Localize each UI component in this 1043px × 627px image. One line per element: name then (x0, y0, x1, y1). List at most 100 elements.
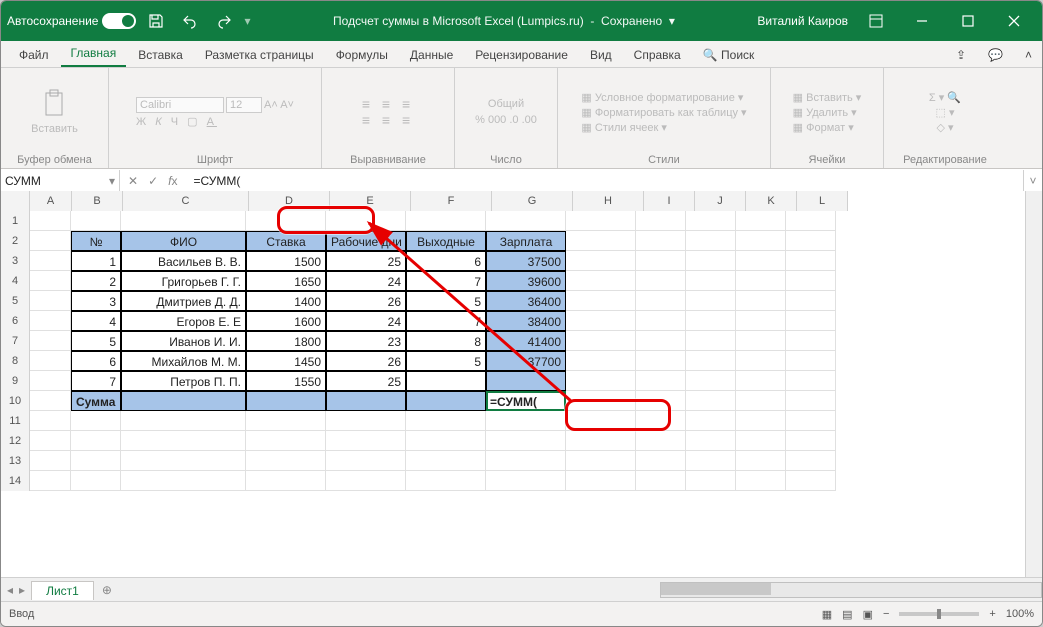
cell[interactable] (326, 211, 406, 231)
cell[interactable]: Выходные (406, 231, 486, 251)
cell[interactable] (786, 391, 836, 411)
cell[interactable] (121, 471, 246, 491)
row-header[interactable]: 11 (1, 411, 30, 431)
cell[interactable] (686, 231, 736, 251)
cell[interactable] (30, 371, 71, 391)
cell[interactable] (30, 391, 71, 411)
cell[interactable] (30, 331, 71, 351)
cell[interactable] (686, 291, 736, 311)
tab-formulas[interactable]: Формулы (326, 44, 398, 67)
row-header[interactable]: 9 (1, 371, 30, 391)
tab-view[interactable]: Вид (580, 44, 622, 67)
cell[interactable] (736, 391, 786, 411)
tab-page-layout[interactable]: Разметка страницы (195, 44, 324, 67)
cell[interactable] (736, 231, 786, 251)
insert-cells-button[interactable]: ▦ Вставить ▾ (793, 91, 862, 104)
delete-cells-button[interactable]: ▦ Удалить ▾ (793, 106, 857, 119)
sheet-tab-1[interactable]: Лист1 (31, 581, 94, 600)
cell[interactable] (786, 351, 836, 371)
cell[interactable]: 7 (406, 271, 486, 291)
cell[interactable] (406, 451, 486, 471)
number-format-combo[interactable]: Общий (488, 98, 524, 110)
cell[interactable]: 1650 (246, 271, 326, 291)
cell[interactable] (30, 271, 71, 291)
enter-formula-icon[interactable]: ✓ (148, 174, 158, 188)
formula-input[interactable]: =СУММ( (185, 174, 1023, 188)
cell[interactable] (636, 391, 686, 411)
cell[interactable] (326, 471, 406, 491)
col-header[interactable]: K (746, 191, 797, 211)
cell[interactable]: Дмитриев Д. Д. (121, 291, 246, 311)
cell[interactable]: 1600 (246, 311, 326, 331)
minimize-icon[interactable] (900, 1, 944, 41)
cell[interactable] (30, 311, 71, 331)
cell[interactable] (736, 251, 786, 271)
autosave-toggle[interactable]: Автосохранение (7, 13, 136, 29)
maximize-icon[interactable] (946, 1, 990, 41)
tab-insert[interactable]: Вставка (128, 44, 193, 67)
row-header[interactable]: 5 (1, 291, 30, 311)
cell[interactable] (736, 291, 786, 311)
cell[interactable] (30, 291, 71, 311)
col-header[interactable]: G (492, 191, 573, 211)
conditional-formatting-button[interactable]: ▦ Условное форматирование ▾ (581, 91, 743, 104)
tab-data[interactable]: Данные (400, 44, 463, 67)
cell[interactable] (121, 431, 246, 451)
font-name-combo[interactable] (136, 97, 224, 113)
zoom-slider[interactable] (899, 612, 979, 616)
cell[interactable] (566, 471, 636, 491)
cell[interactable] (686, 351, 736, 371)
cell[interactable]: 39600 (486, 271, 566, 291)
cell[interactable] (566, 271, 636, 291)
cell[interactable] (686, 371, 736, 391)
cell[interactable] (786, 331, 836, 351)
cell[interactable] (736, 471, 786, 491)
cell[interactable] (636, 291, 686, 311)
cell[interactable]: 37500 (486, 251, 566, 271)
cell[interactable] (786, 471, 836, 491)
cell[interactable] (30, 211, 71, 231)
cell[interactable]: 2 (71, 271, 121, 291)
cell[interactable] (71, 451, 121, 471)
cell[interactable]: 1400 (246, 291, 326, 311)
cell[interactable]: 36400 (486, 291, 566, 311)
name-box[interactable]: СУММ▾ (1, 170, 120, 192)
cell[interactable] (246, 451, 326, 471)
cell[interactable]: 26 (326, 291, 406, 311)
cell[interactable] (326, 451, 406, 471)
cell[interactable] (406, 431, 486, 451)
cell[interactable] (786, 451, 836, 471)
cell[interactable] (566, 351, 636, 371)
cell[interactable] (566, 211, 636, 231)
cell[interactable] (686, 431, 736, 451)
cell[interactable]: 1800 (246, 331, 326, 351)
cell[interactable] (636, 271, 686, 291)
col-header[interactable]: I (644, 191, 695, 211)
cell[interactable] (566, 331, 636, 351)
paste-icon[interactable] (40, 89, 68, 119)
cell[interactable] (566, 291, 636, 311)
share-button[interactable]: ⇪ (946, 44, 976, 67)
col-header[interactable]: F (411, 191, 492, 211)
cell[interactable] (246, 211, 326, 231)
cell[interactable]: Егоров Е. Е (121, 311, 246, 331)
sheet-nav-prev-icon[interactable]: ◂ (1, 583, 19, 597)
cell[interactable]: 1450 (246, 351, 326, 371)
save-icon[interactable] (142, 7, 170, 35)
cell[interactable] (566, 371, 636, 391)
cell[interactable] (406, 391, 486, 411)
cell[interactable] (686, 251, 736, 271)
undo-icon[interactable] (176, 7, 204, 35)
cell[interactable]: 6 (71, 351, 121, 371)
cell[interactable]: 24 (326, 311, 406, 331)
cell[interactable]: ФИО (121, 231, 246, 251)
cell[interactable] (636, 471, 686, 491)
cell[interactable] (786, 211, 836, 231)
col-header[interactable]: H (573, 191, 644, 211)
cell[interactable]: 5 (406, 351, 486, 371)
cell[interactable] (786, 371, 836, 391)
row-header[interactable]: 8 (1, 351, 30, 371)
cell[interactable] (636, 371, 686, 391)
tab-file[interactable]: Файл (9, 44, 59, 67)
cell[interactable] (486, 431, 566, 451)
